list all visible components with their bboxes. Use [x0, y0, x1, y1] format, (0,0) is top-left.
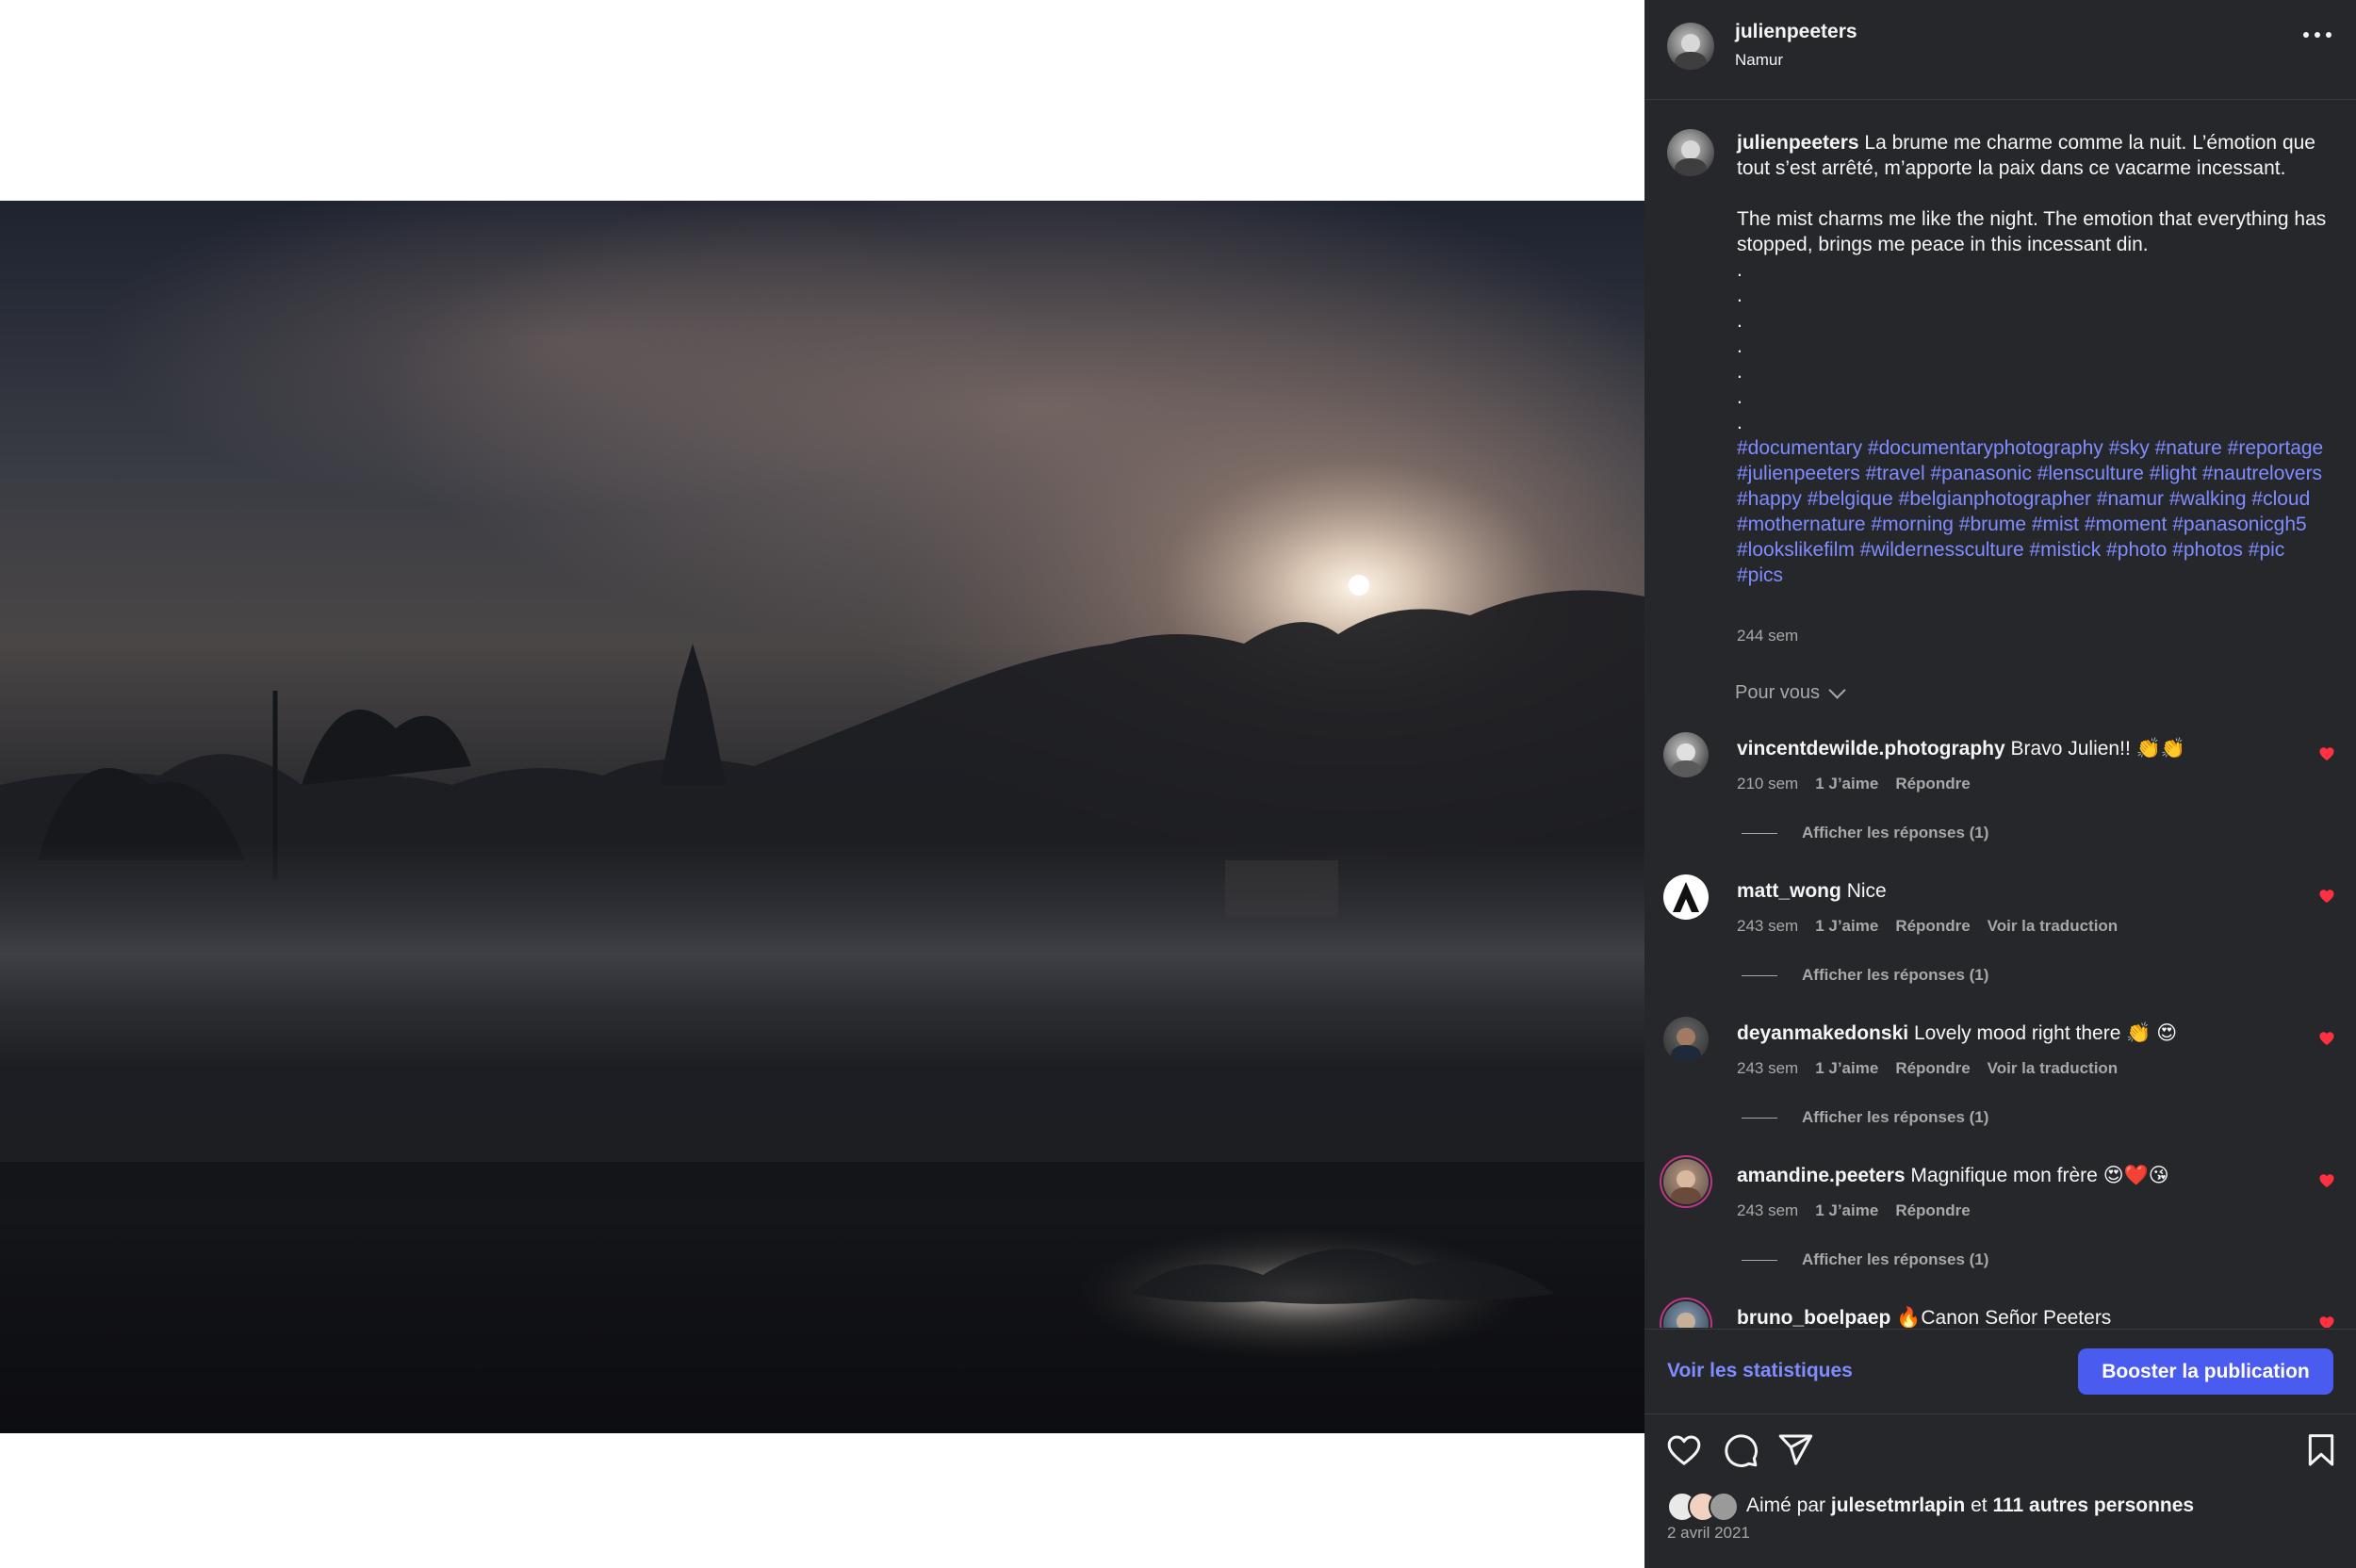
comment-text: bruno_boelpaep 🔥Canon Señor Peeters	[1737, 1305, 2302, 1328]
comment-item: amandine.peeters Magnifique mon frère 😍❤…	[1644, 1159, 2356, 1300]
commenter-avatar[interactable]	[1663, 874, 1709, 920]
comment-meta: 243 sem 1 J’aime Répondre	[1737, 1201, 1971, 1220]
heart-filled-icon[interactable]	[2318, 1315, 2335, 1328]
comment-likes[interactable]: 1 J’aime	[1815, 917, 1878, 936]
instagram-post-view: julienpeeters Namur julienpeeters La bru…	[0, 0, 2356, 1568]
comment-item: matt_wong Nice 243 sem 1 J’aime Répondre…	[1644, 874, 2356, 1016]
comment-item: vincentdewilde.photography Bravo Julien!…	[1644, 732, 2356, 874]
post-photo	[0, 201, 1644, 1433]
view-replies-button[interactable]: Afficher les réponses (1)	[1742, 1108, 1988, 1127]
heart-filled-icon[interactable]	[2318, 745, 2335, 762]
reply-button[interactable]: Répondre	[1895, 1059, 1970, 1078]
caption-dot: .	[1737, 386, 1742, 408]
post-date: 2 avril 2021	[1667, 1524, 1750, 1542]
commenter-avatar[interactable]	[1663, 1301, 1709, 1328]
view-replies-button[interactable]: Afficher les réponses (1)	[1742, 966, 1988, 985]
comment-text: amandine.peeters Magnifique mon frère 😍❤…	[1737, 1163, 2302, 1189]
caption-dot: .	[1737, 285, 1742, 306]
comment-meta: 243 sem 1 J’aime Répondre Voir la traduc…	[1737, 1059, 2118, 1078]
caption-text-en: The mist charms me like the night. The e…	[1737, 208, 2327, 255]
view-replies-button[interactable]: Afficher les réponses (1)	[1742, 1250, 1988, 1269]
comment-username[interactable]: deyanmakedonski	[1737, 1022, 1908, 1044]
comment-meta: 243 sem 1 J’aime Répondre Voir la traduc…	[1737, 917, 2118, 936]
actions-divider	[1644, 1413, 2356, 1414]
comment-time: 243 sem	[1737, 1201, 1799, 1219]
comment-text: matt_wong Nice	[1737, 878, 2302, 905]
comment-body: Magnifique mon frère 😍❤️😘	[1910, 1165, 2169, 1186]
liked-by-user[interactable]: julesetmrlapin	[1831, 1494, 1965, 1517]
misty-landscape-image	[0, 201, 1644, 1433]
heart-filled-icon[interactable]	[2318, 1030, 2335, 1047]
translate-button[interactable]: Voir la traduction	[1988, 917, 2119, 936]
caption-username[interactable]: julienpeeters	[1737, 132, 1859, 154]
share-icon[interactable]	[1776, 1431, 1814, 1469]
translate-button[interactable]: Voir la traduction	[1988, 1059, 2119, 1078]
bookmark-icon[interactable]	[2302, 1431, 2340, 1469]
commenter-avatar[interactable]	[1663, 732, 1709, 777]
heart-filled-icon[interactable]	[2318, 888, 2335, 905]
liked-by: Aimé par julesetmrlapin et 111 autres pe…	[1667, 1492, 2194, 1522]
caption-dot: .	[1737, 310, 1742, 332]
commenter-avatar[interactable]	[1663, 1159, 1709, 1204]
boost-post-button[interactable]: Booster la publication	[2078, 1348, 2333, 1395]
comment-body: Lovely mood right there 👏 😍	[1913, 1022, 2178, 1044]
comment-username[interactable]: bruno_boelpaep	[1737, 1307, 1890, 1328]
comment-body: Bravo Julien!! 👏👏	[2010, 738, 2185, 760]
view-replies-label: Afficher les réponses (1)	[1802, 966, 1989, 984]
caption-dot: .	[1737, 361, 1742, 383]
caption-hashtags[interactable]: #documentary #documentaryphotography #sk…	[1737, 435, 2331, 588]
reply-button[interactable]: Répondre	[1895, 917, 1970, 936]
comment-text: vincentdewilde.photography Bravo Julien!…	[1737, 736, 2302, 762]
comment-icon[interactable]	[1722, 1431, 1759, 1469]
comment-meta: 210 sem 1 J’aime Répondre	[1737, 775, 1971, 793]
comment-likes[interactable]: 1 J’aime	[1815, 775, 1878, 793]
post-location[interactable]: Namur	[1735, 51, 1783, 70]
view-replies-button[interactable]: Afficher les réponses (1)	[1742, 824, 1988, 842]
view-insights-link[interactable]: Voir les statistiques	[1667, 1360, 1853, 1382]
comment-time: 210 sem	[1737, 775, 1799, 792]
chevron-down-icon	[1828, 681, 1846, 699]
commenter-avatar[interactable]	[1663, 1017, 1709, 1062]
comment-username[interactable]: vincentdewilde.photography	[1737, 738, 2005, 760]
view-replies-label: Afficher les réponses (1)	[1802, 824, 1989, 841]
caption-dot: .	[1737, 412, 1742, 433]
author-avatar[interactable]	[1667, 23, 1714, 70]
comment-text: deyanmakedonski Lovely mood right there …	[1737, 1021, 2302, 1047]
header-divider	[1644, 99, 2356, 100]
post-sidebar: julienpeeters Namur julienpeeters La bru…	[1644, 0, 2356, 1568]
comment-likes[interactable]: 1 J’aime	[1815, 1059, 1878, 1078]
comment-time: 243 sem	[1737, 1059, 1799, 1077]
heart-icon[interactable]	[1665, 1431, 1703, 1469]
comments-list[interactable]: julienpeeters La brume me charme comme l…	[1644, 114, 2356, 1328]
reply-button[interactable]: Répondre	[1895, 1201, 1970, 1220]
sort-label: Pour vous	[1735, 682, 1821, 703]
caption-avatar[interactable]	[1667, 129, 1714, 176]
footer-divider	[1644, 1329, 2356, 1330]
comment-sort-dropdown[interactable]: Pour vous	[1735, 681, 1846, 704]
liked-by-middle: et	[1971, 1494, 1988, 1516]
post-caption: julienpeeters La brume me charme comme l…	[1737, 130, 2331, 588]
post-actions	[1665, 1431, 2340, 1469]
comment-body: 🔥Canon Señor Peeters	[1896, 1307, 2112, 1328]
comment-item: deyanmakedonski Lovely mood right there …	[1644, 1017, 2356, 1158]
comment-username[interactable]: matt_wong	[1737, 880, 1841, 902]
liked-by-avatars[interactable]	[1667, 1492, 1741, 1522]
comment-body: Nice	[1846, 880, 1887, 902]
author-username[interactable]: julienpeeters	[1735, 21, 1857, 43]
comment-likes[interactable]: 1 J’aime	[1815, 1201, 1878, 1220]
caption-dot: .	[1737, 335, 1742, 357]
reply-button[interactable]: Répondre	[1895, 775, 1970, 793]
comment-item: bruno_boelpaep 🔥Canon Señor Peeters	[1644, 1301, 2356, 1328]
comment-username[interactable]: amandine.peeters	[1737, 1165, 1906, 1186]
comment-time: 243 sem	[1737, 917, 1799, 935]
more-options-icon[interactable]	[2303, 32, 2331, 41]
liked-by-others[interactable]: 111 autres personnes	[1992, 1494, 2194, 1517]
view-replies-label: Afficher les réponses (1)	[1802, 1250, 1989, 1268]
photo-pane	[0, 0, 1644, 1568]
caption-dot: .	[1737, 259, 1742, 281]
heart-filled-icon[interactable]	[2318, 1172, 2335, 1189]
caption-timestamp: 244 sem	[1737, 627, 1799, 645]
view-replies-label: Afficher les réponses (1)	[1802, 1108, 1989, 1126]
liked-by-prefix: Aimé par	[1746, 1494, 1826, 1516]
